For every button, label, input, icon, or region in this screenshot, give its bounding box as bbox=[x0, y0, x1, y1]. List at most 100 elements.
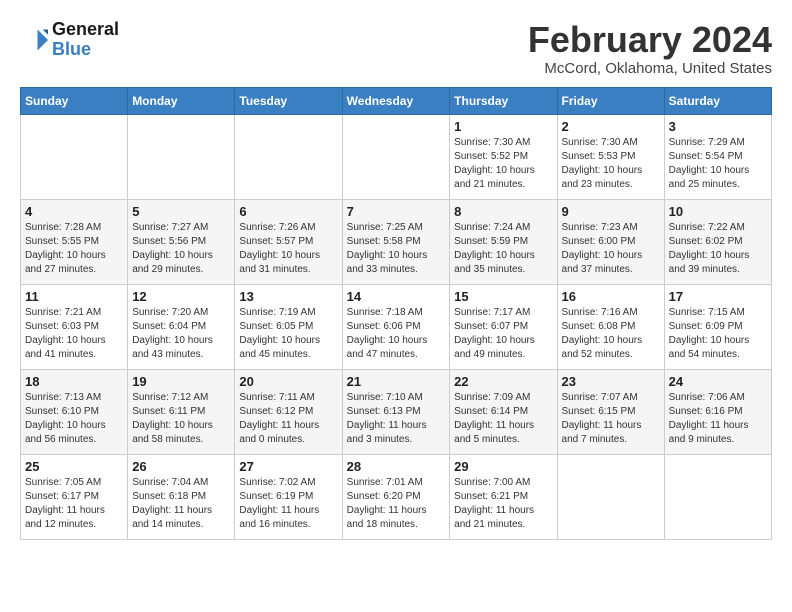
day-number: 4 bbox=[25, 204, 123, 219]
calendar-cell bbox=[235, 114, 342, 199]
calendar-cell: 3 Sunrise: 7:29 AM Sunset: 5:54 PM Daylig… bbox=[664, 114, 771, 199]
calendar-cell: 8 Sunrise: 7:24 AM Sunset: 5:59 PM Daylig… bbox=[450, 199, 557, 284]
calendar-cell: 7 Sunrise: 7:25 AM Sunset: 5:58 PM Daylig… bbox=[342, 199, 450, 284]
calendar-week-row: 25 Sunrise: 7:05 AM Sunset: 6:17 PM Dayli… bbox=[21, 454, 772, 539]
day-number: 29 bbox=[454, 459, 552, 474]
day-info: Sunrise: 7:10 AM Sunset: 6:13 PM Dayligh… bbox=[347, 391, 446, 447]
day-number: 15 bbox=[454, 289, 552, 304]
day-number: 27 bbox=[239, 459, 337, 474]
day-number: 19 bbox=[132, 374, 230, 389]
logo-line2: Blue bbox=[52, 40, 119, 60]
calendar-week-row: 18 Sunrise: 7:13 AM Sunset: 6:10 PM Dayli… bbox=[21, 369, 772, 454]
day-info: Sunrise: 7:00 AM Sunset: 6:21 PM Dayligh… bbox=[454, 476, 552, 532]
weekday-header: Monday bbox=[128, 87, 235, 114]
title-block: February 2024 McCord, Oklahoma, United S… bbox=[528, 20, 772, 77]
calendar-cell: 22Sunrise: 7:09 AM Sunset: 6:14 PM Dayli… bbox=[450, 369, 557, 454]
calendar-cell: 6 Sunrise: 7:26 AM Sunset: 5:57 PM Daylig… bbox=[235, 199, 342, 284]
day-info: Sunrise: 7:01 AM Sunset: 6:20 PM Dayligh… bbox=[347, 476, 446, 532]
calendar-cell: 2 Sunrise: 7:30 AM Sunset: 5:53 PM Daylig… bbox=[557, 114, 664, 199]
logo-line1: General bbox=[52, 20, 119, 40]
day-number: 7 bbox=[347, 204, 446, 219]
calendar-cell: 24 Sunrise: 7:06 AM Sunset: 6:16 PM Dayli… bbox=[664, 369, 771, 454]
day-info: Sunrise: 7:25 AM Sunset: 5:58 PM Dayligh… bbox=[347, 221, 446, 277]
day-number: 2 bbox=[562, 119, 660, 134]
day-number: 6 bbox=[239, 204, 337, 219]
calendar-cell: 12Sunrise: 7:20 AM Sunset: 6:04 PM Dayli… bbox=[128, 284, 235, 369]
calendar: SundayMondayTuesdayWednesdayThursdayFrid… bbox=[20, 87, 772, 540]
day-number: 3 bbox=[669, 119, 767, 134]
day-info: Sunrise: 7:15 AM Sunset: 6:09 PM Dayligh… bbox=[669, 306, 767, 362]
weekday-header: Thursday bbox=[450, 87, 557, 114]
calendar-cell bbox=[21, 114, 128, 199]
month-title: February 2024 bbox=[528, 20, 772, 60]
day-info: Sunrise: 7:30 AM Sunset: 5:52 PM Dayligh… bbox=[454, 136, 552, 192]
calendar-cell: 19 Sunrise: 7:12 AM Sunset: 6:11 PM Dayli… bbox=[128, 369, 235, 454]
calendar-cell bbox=[128, 114, 235, 199]
calendar-cell: 15 Sunrise: 7:17 AM Sunset: 6:07 PM Dayli… bbox=[450, 284, 557, 369]
day-number: 5 bbox=[132, 204, 230, 219]
calendar-cell: 10Sunrise: 7:22 AM Sunset: 6:02 PM Dayli… bbox=[664, 199, 771, 284]
calendar-week-row: 1 Sunrise: 7:30 AM Sunset: 5:52 PM Daylig… bbox=[21, 114, 772, 199]
calendar-cell: 13Sunrise: 7:19 AM Sunset: 6:05 PM Dayli… bbox=[235, 284, 342, 369]
day-number: 1 bbox=[454, 119, 552, 134]
day-info: Sunrise: 7:17 AM Sunset: 6:07 PM Dayligh… bbox=[454, 306, 552, 362]
weekday-header: Sunday bbox=[21, 87, 128, 114]
day-number: 20 bbox=[239, 374, 337, 389]
weekday-header: Friday bbox=[557, 87, 664, 114]
day-info: Sunrise: 7:05 AM Sunset: 6:17 PM Dayligh… bbox=[25, 476, 123, 532]
day-number: 17 bbox=[669, 289, 767, 304]
calendar-cell: 26Sunrise: 7:04 AM Sunset: 6:18 PM Dayli… bbox=[128, 454, 235, 539]
calendar-cell: 29 Sunrise: 7:00 AM Sunset: 6:21 PM Dayli… bbox=[450, 454, 557, 539]
day-number: 24 bbox=[669, 374, 767, 389]
calendar-cell: 14 Sunrise: 7:18 AM Sunset: 6:06 PM Dayli… bbox=[342, 284, 450, 369]
calendar-cell: 23Sunrise: 7:07 AM Sunset: 6:15 PM Dayli… bbox=[557, 369, 664, 454]
day-info: Sunrise: 7:26 AM Sunset: 5:57 PM Dayligh… bbox=[239, 221, 337, 277]
calendar-cell: 20 Sunrise: 7:11 AM Sunset: 6:12 PM Dayli… bbox=[235, 369, 342, 454]
day-info: Sunrise: 7:24 AM Sunset: 5:59 PM Dayligh… bbox=[454, 221, 552, 277]
day-number: 16 bbox=[562, 289, 660, 304]
calendar-cell bbox=[342, 114, 450, 199]
calendar-cell bbox=[557, 454, 664, 539]
calendar-cell: 21 Sunrise: 7:10 AM Sunset: 6:13 PM Dayli… bbox=[342, 369, 450, 454]
page-header: General Blue February 2024 McCord, Oklah… bbox=[20, 20, 772, 77]
calendar-cell: 27 Sunrise: 7:02 AM Sunset: 6:19 PM Dayli… bbox=[235, 454, 342, 539]
location: McCord, Oklahoma, United States bbox=[528, 60, 772, 77]
day-info: Sunrise: 7:19 AM Sunset: 6:05 PM Dayligh… bbox=[239, 306, 337, 362]
day-number: 28 bbox=[347, 459, 446, 474]
day-info: Sunrise: 7:16 AM Sunset: 6:08 PM Dayligh… bbox=[562, 306, 660, 362]
day-number: 22 bbox=[454, 374, 552, 389]
weekday-header: Saturday bbox=[664, 87, 771, 114]
day-info: Sunrise: 7:23 AM Sunset: 6:00 PM Dayligh… bbox=[562, 221, 660, 277]
day-info: Sunrise: 7:30 AM Sunset: 5:53 PM Dayligh… bbox=[562, 136, 660, 192]
calendar-cell: 9 Sunrise: 7:23 AM Sunset: 6:00 PM Daylig… bbox=[557, 199, 664, 284]
calendar-cell: 5Sunrise: 7:27 AM Sunset: 5:56 PM Daylig… bbox=[128, 199, 235, 284]
day-info: Sunrise: 7:28 AM Sunset: 5:55 PM Dayligh… bbox=[25, 221, 123, 277]
weekday-header: Tuesday bbox=[235, 87, 342, 114]
day-info: Sunrise: 7:06 AM Sunset: 6:16 PM Dayligh… bbox=[669, 391, 767, 447]
day-number: 12 bbox=[132, 289, 230, 304]
day-info: Sunrise: 7:29 AM Sunset: 5:54 PM Dayligh… bbox=[669, 136, 767, 192]
day-number: 10 bbox=[669, 204, 767, 219]
logo-text: General Blue bbox=[52, 20, 119, 60]
calendar-cell bbox=[664, 454, 771, 539]
day-number: 21 bbox=[347, 374, 446, 389]
day-number: 11 bbox=[25, 289, 123, 304]
day-number: 18 bbox=[25, 374, 123, 389]
calendar-cell: 18 Sunrise: 7:13 AM Sunset: 6:10 PM Dayli… bbox=[21, 369, 128, 454]
day-info: Sunrise: 7:11 AM Sunset: 6:12 PM Dayligh… bbox=[239, 391, 337, 447]
day-number: 26 bbox=[132, 459, 230, 474]
day-info: Sunrise: 7:07 AM Sunset: 6:15 PM Dayligh… bbox=[562, 391, 660, 447]
day-info: Sunrise: 7:12 AM Sunset: 6:11 PM Dayligh… bbox=[132, 391, 230, 447]
calendar-cell: 11Sunrise: 7:21 AM Sunset: 6:03 PM Dayli… bbox=[21, 284, 128, 369]
day-info: Sunrise: 7:18 AM Sunset: 6:06 PM Dayligh… bbox=[347, 306, 446, 362]
day-number: 8 bbox=[454, 204, 552, 219]
calendar-week-row: 4 Sunrise: 7:28 AM Sunset: 5:55 PM Daylig… bbox=[21, 199, 772, 284]
day-number: 25 bbox=[25, 459, 123, 474]
calendar-cell: 25 Sunrise: 7:05 AM Sunset: 6:17 PM Dayli… bbox=[21, 454, 128, 539]
day-info: Sunrise: 7:02 AM Sunset: 6:19 PM Dayligh… bbox=[239, 476, 337, 532]
day-info: Sunrise: 7:13 AM Sunset: 6:10 PM Dayligh… bbox=[25, 391, 123, 447]
day-number: 14 bbox=[347, 289, 446, 304]
weekday-header-row: SundayMondayTuesdayWednesdayThursdayFrid… bbox=[21, 87, 772, 114]
calendar-cell: 4 Sunrise: 7:28 AM Sunset: 5:55 PM Daylig… bbox=[21, 199, 128, 284]
day-number: 9 bbox=[562, 204, 660, 219]
